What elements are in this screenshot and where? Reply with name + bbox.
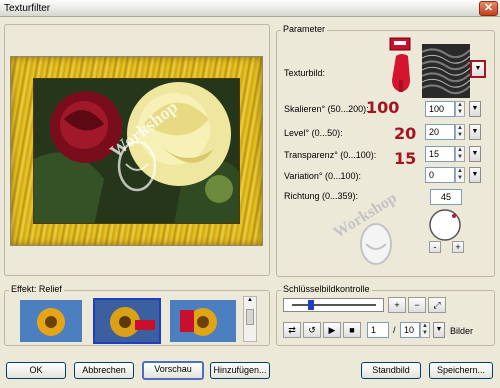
scale-spinner[interactable]: ▲ ▼ bbox=[455, 101, 465, 117]
default-button[interactable]: Standbild bbox=[361, 362, 421, 379]
save-button[interactable]: Speichern... bbox=[429, 362, 493, 379]
scale-label: Skalieren° (50...200): bbox=[284, 104, 369, 114]
level-spinner[interactable]: ▲ ▼ bbox=[455, 124, 465, 140]
effect-thumbnail-3[interactable] bbox=[170, 300, 236, 342]
scroll-up-icon[interactable]: ▲ bbox=[244, 297, 256, 307]
effect-scrollbar[interactable]: ▲ bbox=[243, 296, 257, 342]
loop-button[interactable]: ⇄ bbox=[283, 322, 301, 338]
texture-label: Texturbild: bbox=[284, 68, 326, 78]
scale-input[interactable]: 100 bbox=[425, 101, 455, 117]
transparency-label: Transparenz° (0...100): bbox=[284, 150, 377, 160]
variation-dropdown-button[interactable]: ▼ bbox=[469, 167, 481, 183]
ok-button[interactable]: OK bbox=[6, 362, 66, 379]
transparency-input[interactable]: 15 bbox=[425, 146, 455, 162]
watermark-face-icon bbox=[117, 140, 157, 192]
keyframe-slider[interactable] bbox=[283, 298, 384, 312]
effect-thumbnail-1[interactable] bbox=[20, 300, 82, 342]
variation-spinner[interactable]: ▲ ▼ bbox=[455, 167, 465, 183]
preview-image: Workshop bbox=[33, 78, 240, 224]
rewind-button[interactable]: ↺ bbox=[303, 322, 321, 338]
title-bar bbox=[0, 0, 500, 17]
level-input[interactable]: 20 bbox=[425, 124, 455, 140]
texture-swatch[interactable] bbox=[422, 44, 470, 98]
parameter-group-label: Parameter bbox=[281, 24, 328, 34]
variation-label: Variation° (0...100): bbox=[284, 171, 361, 181]
scroll-thumb[interactable] bbox=[246, 309, 254, 325]
scale-dropdown-button[interactable]: ▼ bbox=[469, 101, 481, 117]
add-keyframe-button[interactable]: + bbox=[388, 297, 406, 313]
level-label: Level° (0...50): bbox=[284, 128, 343, 138]
dial-increase-button[interactable]: + bbox=[452, 241, 464, 253]
keyframe-tool-icon[interactable]: ⤢ bbox=[428, 297, 446, 313]
pointing-hand-icon bbox=[389, 37, 411, 92]
texture-dropdown-button[interactable]: ▼ bbox=[470, 60, 486, 78]
dial-decrease-button[interactable]: - bbox=[429, 241, 441, 253]
sunflower-thumbnail bbox=[95, 300, 159, 342]
direction-dial[interactable] bbox=[428, 208, 464, 242]
scale-annotation: 100 bbox=[366, 98, 400, 117]
stop-button[interactable]: ■ bbox=[343, 322, 361, 338]
frame-current-input[interactable]: 1 bbox=[367, 322, 389, 338]
frame-total-input[interactable]: 10 bbox=[400, 322, 420, 338]
effect-label: Effekt: Relief bbox=[9, 284, 64, 294]
cancel-button[interactable]: Abbrechen bbox=[74, 362, 134, 379]
preview-button[interactable]: Vorschau bbox=[142, 361, 204, 380]
variation-input[interactable]: 0 bbox=[425, 167, 455, 183]
play-button[interactable]: ▶ bbox=[323, 322, 341, 338]
direction-input[interactable]: 45 bbox=[430, 189, 462, 205]
transparency-spinner[interactable]: ▲ ▼ bbox=[455, 146, 465, 162]
frame-separator: / bbox=[393, 325, 396, 335]
watermark-face-icon bbox=[360, 223, 392, 265]
close-button[interactable]: ✕ bbox=[479, 1, 498, 16]
frames-unit-label: Bilder bbox=[450, 326, 474, 336]
level-annotation: 20 bbox=[394, 124, 417, 143]
keyframe-label: Schlüsselbildkontrolle bbox=[281, 284, 372, 294]
transparency-annotation: 15 bbox=[394, 149, 417, 168]
transparency-dropdown-button[interactable]: ▼ bbox=[469, 146, 481, 162]
add-button[interactable]: Hinzufügen... bbox=[210, 362, 270, 379]
remove-keyframe-button[interactable]: − bbox=[408, 297, 426, 313]
effect-thumbnail-2-selected[interactable] bbox=[93, 298, 161, 344]
frame-total-spinner[interactable]: ▲ ▼ bbox=[420, 322, 430, 338]
level-dropdown-button[interactable]: ▼ bbox=[469, 124, 481, 140]
frame-total-dropdown-button[interactable]: ▼ bbox=[433, 322, 445, 338]
window-title: Texturfilter bbox=[4, 3, 51, 14]
direction-label: Richtung (0...359): bbox=[284, 191, 359, 201]
